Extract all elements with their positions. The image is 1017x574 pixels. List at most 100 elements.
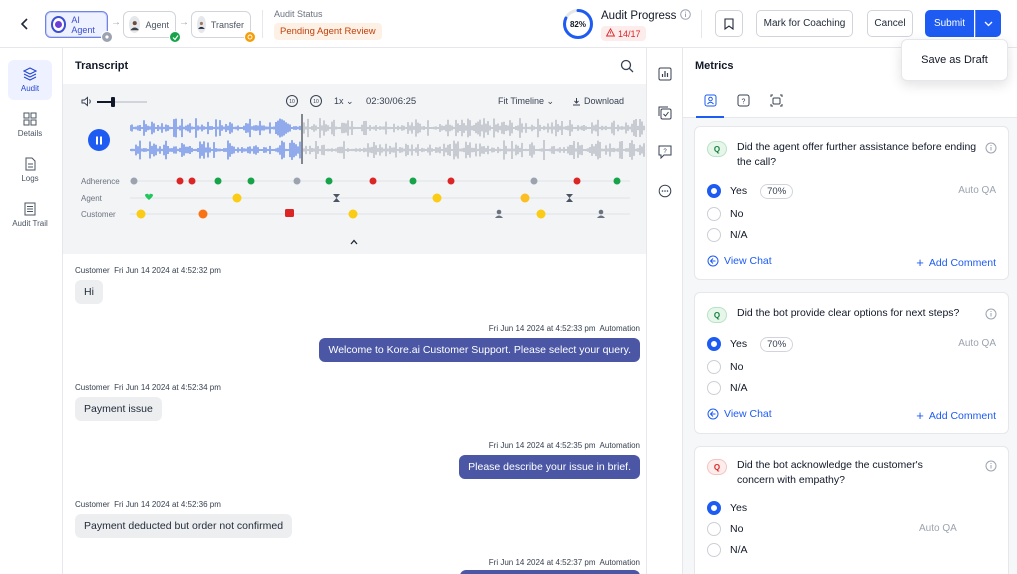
search-icon[interactable] bbox=[620, 59, 634, 76]
message-speaker: Automation bbox=[599, 441, 640, 450]
nav-label: Audit bbox=[20, 84, 40, 93]
save-draft-menu-item[interactable]: Save as Draft bbox=[901, 39, 1008, 81]
back-arrow-icon[interactable] bbox=[14, 13, 36, 35]
add-comment-button[interactable]: + Add Comment bbox=[916, 408, 996, 423]
arrow-right-icon: → bbox=[179, 17, 189, 28]
radio[interactable] bbox=[707, 543, 721, 557]
help-chat-icon[interactable]: ? bbox=[657, 144, 673, 160]
option-label: N/A bbox=[730, 544, 748, 556]
audit-progress-label: Audit Progress bbox=[601, 10, 677, 22]
audit-warning-count: 14/17 bbox=[618, 28, 641, 39]
step-ai-agent[interactable]: AI Agent bbox=[45, 11, 113, 43]
info-icon[interactable] bbox=[985, 142, 997, 154]
radio[interactable] bbox=[707, 228, 721, 242]
radio[interactable] bbox=[707, 381, 721, 395]
view-chat-link[interactable]: View Chat bbox=[707, 408, 772, 420]
plus-icon: + bbox=[916, 408, 924, 423]
check-icon bbox=[169, 31, 181, 43]
add-comment-label: Add Comment bbox=[928, 256, 996, 269]
document-icon bbox=[25, 157, 36, 171]
comment-icon[interactable] bbox=[657, 183, 673, 199]
chevron-up-icon[interactable] bbox=[350, 236, 358, 248]
forward-10-icon[interactable]: 10 bbox=[309, 94, 323, 111]
message-speaker: Customer bbox=[75, 500, 110, 509]
cancel-button[interactable]: Cancel bbox=[867, 10, 913, 37]
option-label: N/A bbox=[730, 382, 748, 394]
divider bbox=[262, 10, 263, 38]
message-bubble-customer: Payment issue bbox=[75, 397, 162, 421]
option-na[interactable]: N/A bbox=[707, 542, 748, 558]
option-label: N/A bbox=[730, 229, 748, 241]
message-speaker: Automation bbox=[599, 324, 640, 333]
option-yes[interactable]: Yes bbox=[707, 500, 747, 516]
question-badge: Q bbox=[707, 141, 727, 157]
radio-selected[interactable] bbox=[707, 501, 721, 515]
option-no[interactable]: No bbox=[707, 359, 743, 375]
message-meta: Customer Fri Jun 14 2024 at 4:52:34 pm bbox=[75, 383, 221, 392]
gear-icon bbox=[101, 31, 113, 43]
step-label: Agent bbox=[145, 19, 169, 30]
left-nav: Audit Details Logs Audit Trail bbox=[0, 48, 63, 574]
option-na[interactable]: N/A bbox=[707, 227, 748, 243]
option-label: Yes bbox=[730, 502, 748, 514]
volume-icon[interactable] bbox=[81, 96, 93, 110]
radio[interactable] bbox=[707, 207, 721, 221]
option-no[interactable]: No bbox=[707, 206, 743, 222]
info-icon[interactable] bbox=[680, 9, 692, 23]
svg-text:?: ? bbox=[663, 149, 667, 155]
option-yes[interactable]: Yes 70% bbox=[707, 336, 794, 352]
agent-avatar bbox=[129, 16, 141, 33]
divider bbox=[701, 10, 702, 38]
tab-questions[interactable]: ? bbox=[735, 92, 751, 108]
event-timeline[interactable] bbox=[130, 172, 630, 222]
fit-timeline-label: Fit Timeline bbox=[498, 96, 545, 106]
submit-button[interactable]: Submit bbox=[925, 10, 974, 37]
warning-icon bbox=[605, 27, 616, 39]
message-meta: Customer Fri Jun 14 2024 at 4:52:32 pm bbox=[75, 266, 221, 275]
transcript-title: Transcript bbox=[75, 60, 129, 72]
tab-bot-metrics[interactable] bbox=[768, 92, 784, 108]
option-na[interactable]: N/A bbox=[707, 380, 748, 396]
radio[interactable] bbox=[707, 522, 721, 536]
download-icon bbox=[573, 97, 580, 105]
transcript-panel: Transcript 10 10 1x ⌄ 02:30/06:25 Fit Ti… bbox=[63, 48, 646, 574]
grid-icon bbox=[23, 112, 37, 126]
rewind-10-icon[interactable]: 10 bbox=[285, 94, 299, 111]
playback-time: 02:30/06:25 bbox=[366, 96, 417, 107]
info-icon[interactable] bbox=[985, 308, 997, 320]
question-text: Did the agent offer further assistance b… bbox=[737, 141, 977, 168]
bookmark-button[interactable] bbox=[715, 10, 743, 37]
radio[interactable] bbox=[707, 360, 721, 374]
radio-selected[interactable] bbox=[707, 184, 721, 198]
tab-agent-metrics[interactable] bbox=[696, 92, 724, 118]
step-agent[interactable]: Agent bbox=[123, 11, 181, 43]
view-chat-link[interactable]: View Chat bbox=[707, 255, 772, 267]
nav-item-audit[interactable]: Audit bbox=[8, 60, 52, 100]
question-card: Q Did the bot provide clear options for … bbox=[694, 292, 1009, 434]
waveform[interactable] bbox=[130, 114, 646, 164]
bar-chart-icon[interactable] bbox=[657, 66, 673, 82]
info-icon[interactable] bbox=[985, 460, 997, 472]
option-yes[interactable]: Yes 70% bbox=[707, 183, 794, 199]
volume-slider[interactable] bbox=[97, 97, 147, 107]
option-no[interactable]: No bbox=[707, 521, 743, 537]
fit-timeline-select[interactable]: Fit Timeline ⌄ bbox=[498, 96, 554, 107]
chevron-down-icon bbox=[984, 21, 992, 26]
layers-icon bbox=[23, 67, 37, 81]
download-button[interactable]: Download bbox=[572, 96, 624, 106]
nav-item-audit-trail[interactable]: Audit Trail bbox=[7, 195, 53, 235]
mark-coaching-button[interactable]: Mark for Coaching bbox=[756, 10, 853, 37]
speed-select[interactable]: 1x ⌄ bbox=[334, 96, 354, 107]
checklist-icon[interactable] bbox=[657, 105, 673, 121]
transfer-avatar bbox=[197, 16, 206, 33]
submit-dropdown-button[interactable] bbox=[975, 10, 1001, 37]
add-comment-button[interactable]: + Add Comment bbox=[916, 255, 996, 270]
nav-item-details[interactable]: Details bbox=[8, 105, 52, 145]
radio-selected[interactable] bbox=[707, 337, 721, 351]
bot-icon bbox=[770, 94, 782, 106]
step-transfer[interactable]: Transfer bbox=[191, 11, 256, 43]
audit-warning-badge: 14/17 bbox=[601, 26, 646, 41]
pause-button[interactable] bbox=[88, 129, 110, 151]
message-meta: Fri Jun 14 2024 at 4:52:37 pm Automation bbox=[489, 558, 640, 567]
nav-item-logs[interactable]: Logs bbox=[8, 150, 52, 190]
